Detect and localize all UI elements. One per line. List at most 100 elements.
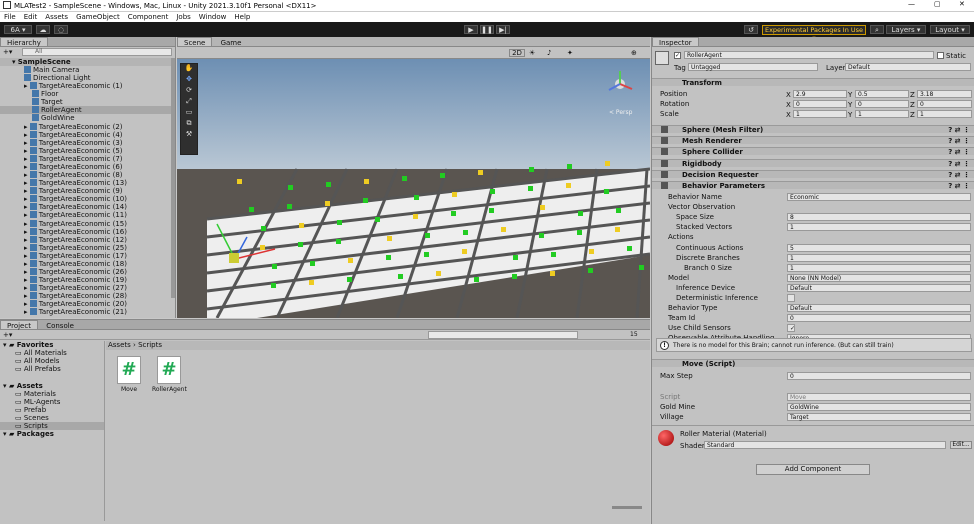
cube-object[interactable] xyxy=(260,245,265,250)
component-menu-icon[interactable]: ? ⇄ ⋮ xyxy=(948,137,970,145)
experimental-packages-button[interactable]: Experimental Packages In Use ▾ xyxy=(762,25,866,42)
cube-object[interactable] xyxy=(298,242,303,247)
transform-scale-field[interactable]: 1 xyxy=(855,110,909,118)
cube-object[interactable] xyxy=(424,252,429,257)
collab-icon[interactable]: ◌ xyxy=(54,25,68,34)
menu-item[interactable]: Jobs xyxy=(172,12,194,22)
project-tree-item[interactable]: ▭ Scenes xyxy=(0,414,104,422)
active-checkbox[interactable]: ✓ xyxy=(674,52,681,59)
move-tool-icon[interactable]: ✥ xyxy=(181,75,197,86)
behavior-param-field[interactable]: 8 xyxy=(787,213,971,222)
cube-object[interactable] xyxy=(309,280,314,285)
hierarchy-item[interactable]: RollerAgent xyxy=(0,106,175,115)
hierarchy-item[interactable]: ▸ TargetAreaEconomic (28) xyxy=(0,292,175,300)
component-menu-icon[interactable]: ? ⇄ ⋮ xyxy=(948,160,970,168)
behavior-param-field[interactable] xyxy=(787,294,795,302)
hierarchy-item[interactable]: Main Camera xyxy=(0,66,175,74)
cube-object[interactable] xyxy=(310,261,315,266)
cube-object[interactable] xyxy=(272,264,277,269)
layout-dropdown[interactable]: Layout ▾ xyxy=(930,25,970,34)
cube-object[interactable] xyxy=(589,249,594,254)
layers-dropdown[interactable]: Layers ▾ xyxy=(886,25,926,34)
cube-object[interactable] xyxy=(513,255,518,260)
hierarchy-scrollbar[interactable] xyxy=(171,58,175,298)
menu-item[interactable]: Help xyxy=(230,12,254,22)
project-tree-item[interactable] xyxy=(0,373,104,381)
behavior-param-field[interactable]: Economic xyxy=(787,193,971,201)
audio-icon[interactable]: ♪ xyxy=(547,49,551,57)
gold-mine-field[interactable]: GoldWine xyxy=(787,403,971,411)
project-search-input[interactable] xyxy=(428,331,578,339)
hierarchy-item[interactable]: ▸ TargetAreaEconomic (10) xyxy=(0,195,175,203)
cube-object[interactable] xyxy=(413,214,418,219)
cube-object[interactable] xyxy=(551,252,556,257)
project-tree-item[interactable]: ▭ Scripts xyxy=(0,422,104,430)
hierarchy-item[interactable]: ▸ TargetAreaEconomic (26) xyxy=(0,268,175,276)
rotate-tool-icon[interactable]: ⟳ xyxy=(181,86,197,97)
cloud-icon[interactable]: ☁ xyxy=(36,25,50,34)
cube-object[interactable] xyxy=(452,192,457,197)
behavior-param-field[interactable]: Default xyxy=(787,283,971,292)
cube-object[interactable] xyxy=(478,170,483,175)
cube-object[interactable] xyxy=(540,205,545,210)
scale-tool-icon[interactable]: ⤢ xyxy=(181,97,197,108)
menu-item[interactable]: Assets xyxy=(41,12,72,22)
component-header[interactable]: Mesh Renderer ? ⇄ ⋮ xyxy=(652,136,974,145)
tab-scene[interactable]: Scene xyxy=(177,37,213,47)
project-tree-item[interactable]: ▭ ML-Agents xyxy=(0,398,104,406)
component-menu-icon[interactable]: ? ⇄ ⋮ xyxy=(948,182,970,190)
cube-object[interactable] xyxy=(326,182,331,187)
behavior-param-field[interactable]: 5 xyxy=(787,243,971,252)
menu-item[interactable]: Component xyxy=(124,12,173,22)
cube-object[interactable] xyxy=(414,195,419,200)
script-file[interactable]: # Move xyxy=(112,356,146,393)
cube-object[interactable] xyxy=(462,249,467,254)
cube-object[interactable] xyxy=(463,230,468,235)
gizmos-icon[interactable]: ⊕ xyxy=(631,49,637,57)
project-tree-item[interactable]: ▭ Prefab xyxy=(0,406,104,414)
cube-object[interactable] xyxy=(501,227,506,232)
hierarchy-item[interactable]: ▸ TargetAreaEconomic (7) xyxy=(0,154,175,163)
transform-scale-field[interactable]: 1 xyxy=(793,110,847,118)
behavior-param-field[interactable]: 1 xyxy=(787,253,971,262)
cube-object[interactable] xyxy=(605,161,610,166)
hierarchy-item[interactable]: Target xyxy=(0,98,175,106)
transform-scale-field[interactable]: 1 xyxy=(917,110,972,118)
cube-object[interactable] xyxy=(639,265,644,270)
max-step-field[interactable]: 0 xyxy=(787,372,971,380)
hierarchy-item[interactable]: ▸ TargetAreaEconomic (1) xyxy=(0,82,175,90)
behavior-param-field[interactable]: None (NN Model) xyxy=(787,273,971,282)
orientation-gizmo[interactable] xyxy=(605,69,635,99)
hand-tool-icon[interactable]: ✋ xyxy=(181,64,197,75)
tab-inspector[interactable]: Inspector xyxy=(652,37,699,47)
cube-object[interactable] xyxy=(567,164,572,169)
project-tree-item[interactable]: ▭ Materials xyxy=(0,390,104,398)
hierarchy-search-input[interactable]: All xyxy=(22,48,172,56)
2d-toggle[interactable]: 2D xyxy=(509,49,525,57)
village-field[interactable]: Target xyxy=(787,413,971,421)
shader-dropdown[interactable]: Standard xyxy=(704,441,946,449)
custom-tool-icon[interactable]: ⚒ xyxy=(181,130,197,141)
transform-rotation-field[interactable]: 0 xyxy=(793,100,847,108)
project-add-icon[interactable]: +▾ xyxy=(3,331,12,339)
play-icon[interactable]: ▶ xyxy=(464,25,478,34)
hierarchy-item[interactable]: ▸ TargetAreaEconomic (18) xyxy=(0,259,175,268)
cube-object[interactable] xyxy=(325,201,330,206)
hierarchy-item[interactable]: ▸ TargetAreaEconomic (6) xyxy=(0,162,175,171)
hierarchy-item[interactable]: ▸ TargetAreaEconomic (5) xyxy=(0,146,175,155)
hierarchy-item[interactable]: ▸ TargetAreaEconomic (27) xyxy=(0,284,175,292)
cube-object[interactable] xyxy=(299,223,304,228)
scene-viewport[interactable] xyxy=(177,59,650,318)
hierarchy-item[interactable]: ▸ TargetAreaEconomic (20) xyxy=(0,300,175,308)
behavior-param-field[interactable]: 1 xyxy=(787,223,971,232)
hierarchy-item[interactable]: ▸ TargetAreaEconomic (13) xyxy=(0,179,175,187)
hierarchy-item[interactable]: ▸ TargetAreaEconomic (25) xyxy=(0,243,175,252)
cube-object[interactable] xyxy=(337,220,342,225)
menu-item[interactable]: Edit xyxy=(20,12,42,22)
transform-position-field[interactable]: 3.18 xyxy=(917,90,972,98)
cube-object[interactable] xyxy=(288,185,293,190)
component-header[interactable]: Sphere (Mesh Filter) ? ⇄ ⋮ xyxy=(652,125,974,134)
component-header[interactable]: Sphere Collider ? ⇄ ⋮ xyxy=(652,147,974,156)
transform-position-field[interactable]: 0.5 xyxy=(855,90,909,98)
menu-item[interactable]: GameObject xyxy=(72,12,124,22)
